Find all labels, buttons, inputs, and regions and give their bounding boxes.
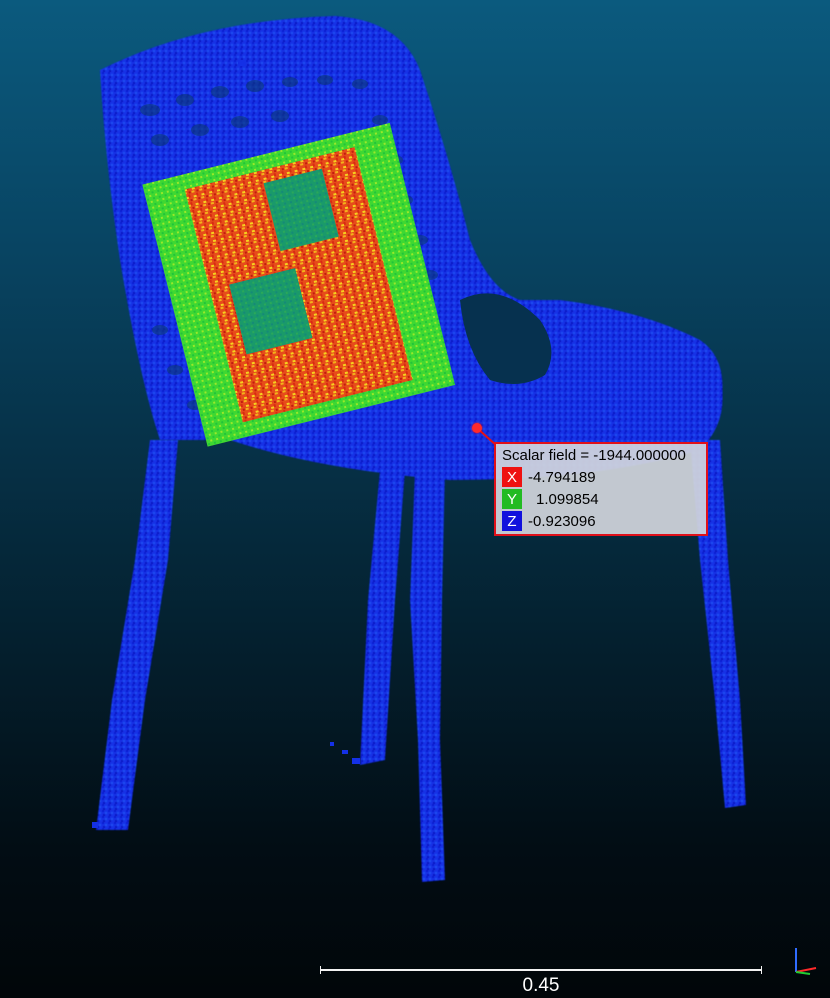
scale-bar-tick-right [761,966,762,974]
chair-leg-back-left [360,470,405,765]
3d-viewport[interactable]: Scalar field = -1944.000000 X -4.794189 … [0,0,830,998]
coord-row-z: Z -0.923096 [502,510,700,532]
scale-bar [320,966,762,974]
scale-bar-tick-left [320,966,321,974]
picked-point-marker[interactable] [472,423,482,433]
point-label-box[interactable]: Scalar field = -1944.000000 X -4.794189 … [494,442,708,536]
scalar-field-title: Scalar field = -1944.000000 [502,447,686,464]
coord-row-y: Y 1.099854 [502,488,700,510]
xyz-trihedron-icon [795,948,817,975]
x-axis-chip: X [502,467,522,487]
coord-row-x: X -4.794189 [502,466,700,488]
y-axis-chip: Y [502,489,522,509]
y-value: 1.099854 [536,490,599,508]
z-value: -0.923096 [528,512,596,530]
z-axis-chip: Z [502,511,522,531]
scale-label: 0.45 [522,975,560,996]
chair-leg-front-left [96,440,178,830]
chair-leg-front-right [410,470,445,882]
scale-bar-line [320,969,762,971]
x-value: -4.794189 [528,468,596,486]
